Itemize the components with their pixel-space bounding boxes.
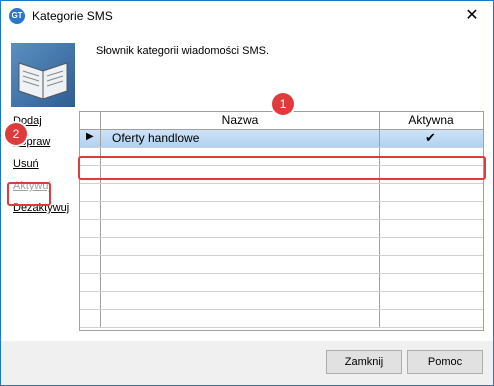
table-row: [80, 292, 483, 310]
active-checkmark-icon: ✔: [425, 130, 436, 145]
table-row: [80, 238, 483, 256]
help-button[interactable]: Pomoc: [407, 350, 483, 374]
delete-link[interactable]: Usuń: [13, 158, 39, 170]
delete-link-highlight: [7, 182, 51, 206]
table-row[interactable]: ▶ Oferty handlowe ✔: [80, 130, 483, 148]
table-row: [80, 220, 483, 238]
selected-row-highlight: [78, 156, 486, 180]
callout-marker-1: 1: [272, 93, 294, 115]
window-title: Kategorie SMS: [32, 9, 113, 23]
dialog-window: GT Kategorie SMS ✕ Słownik kategorii wia…: [0, 0, 494, 386]
column-header-active[interactable]: Aktywna: [380, 112, 482, 129]
category-name-cell: Oferty handlowe: [112, 131, 200, 145]
callout-marker-2: 2: [5, 123, 27, 145]
close-window-button[interactable]: ✕: [461, 5, 483, 27]
table-row: [80, 202, 483, 220]
current-row-indicator-icon: ▶: [86, 131, 94, 142]
table-row: [80, 310, 483, 328]
title-bar: GT Kategorie SMS ✕: [1, 1, 493, 31]
table-row: [80, 184, 483, 202]
app-logo-icon: GT: [9, 8, 25, 24]
categories-grid[interactable]: Nazwa Aktywna ▶ Oferty handlowe ✔: [79, 111, 484, 331]
table-row: [80, 256, 483, 274]
close-button[interactable]: Zamknij: [326, 350, 402, 374]
book-icon: [11, 43, 75, 107]
row-indicator-header: [80, 112, 101, 129]
dialog-content: Słownik kategorii wiadomości SMS. Dodaj …: [1, 31, 493, 341]
table-row: [80, 274, 483, 292]
dialog-footer: Zamknij Pomoc: [1, 341, 493, 385]
column-header-name[interactable]: Nazwa: [101, 112, 380, 129]
dialog-description: Słownik kategorii wiadomości SMS.: [96, 45, 270, 57]
